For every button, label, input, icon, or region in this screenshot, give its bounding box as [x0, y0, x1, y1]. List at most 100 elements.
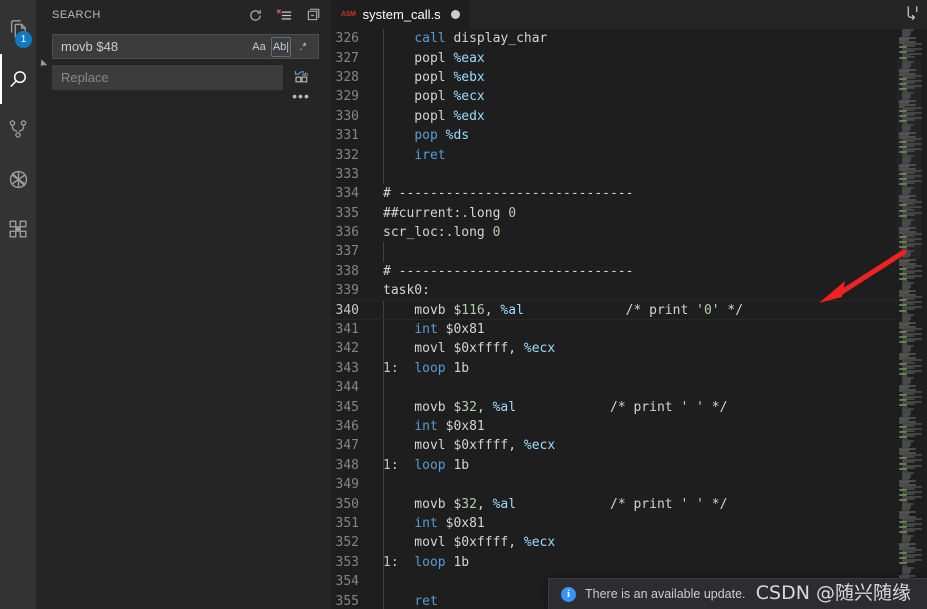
notification-toast[interactable]: i There is an available update.: [548, 578, 927, 609]
code-line[interactable]: 326 call display_char: [331, 29, 897, 49]
code-line[interactable]: 330 popl %edx: [331, 106, 897, 126]
code-line[interactable]: 329 popl %ecx: [331, 87, 897, 107]
code-line[interactable]: 342 movl $0xffff, %ecx: [331, 339, 897, 359]
code-token: 32: [461, 399, 477, 415]
line-number: 353: [335, 554, 359, 570]
activity-bar: 1: [0, 0, 36, 609]
clear-all-icon[interactable]: [276, 7, 292, 23]
code-text: pop %ds: [383, 128, 897, 143]
code-text: iret: [383, 148, 897, 163]
code-line[interactable]: 334 # ------------------------------: [331, 184, 897, 203]
replace-all-icon[interactable]: ab: [290, 65, 312, 89]
tab-dirty-indicator[interactable]: [450, 10, 460, 19]
code-text: 1: loop 1b: [383, 555, 897, 570]
search-input[interactable]: [61, 39, 249, 54]
code-line[interactable]: 340 movb $116, %al /* print '0' */: [331, 300, 897, 320]
code-token: loop: [414, 457, 446, 473]
code-viewport[interactable]: 326 call display_char 327 popl %eax 328 po…: [331, 29, 927, 609]
code-token: popl: [383, 50, 454, 66]
editor-tab-system_call-s[interactable]: ASM system_call.s: [331, 0, 471, 29]
info-icon: i: [561, 586, 576, 602]
code-token: 1b: [445, 554, 470, 570]
code-line[interactable]: 331 pop %ds: [331, 125, 897, 146]
code-line[interactable]: 343 1: loop 1b: [331, 358, 897, 379]
indent-guide: [383, 513, 384, 534]
code-line[interactable]: 349: [331, 474, 897, 495]
code-line[interactable]: 332 iret: [331, 145, 897, 165]
code-line[interactable]: 335 ##current:.long 0: [331, 204, 897, 223]
code-token: display_char: [445, 31, 548, 47]
minimap[interactable]: [897, 29, 927, 609]
code-token: popl: [383, 69, 454, 85]
code-line[interactable]: 347 movl $0xffff, %ecx: [331, 436, 897, 456]
line-number: 339: [335, 283, 359, 299]
code-line[interactable]: 350 movb $32, %al /* print ' ' */: [331, 494, 897, 514]
code-line[interactable]: 328 popl %ebx: [331, 67, 897, 88]
replace-input-box[interactable]: [52, 65, 283, 90]
refresh-icon[interactable]: [247, 7, 263, 23]
code-text: popl %eax: [383, 51, 897, 66]
activity-item-search[interactable]: [0, 54, 36, 104]
code-token: 1b: [445, 457, 470, 473]
code-line[interactable]: 351 int $0x81: [331, 513, 897, 534]
match-case-toggle[interactable]: Aa: [249, 37, 269, 57]
line-number: 326: [335, 31, 359, 47]
code-line[interactable]: 346 int $0x81: [331, 416, 897, 437]
indent-guide: [383, 358, 384, 379]
tab-bar-spacer: [470, 0, 904, 29]
code-token: movb $: [383, 302, 462, 318]
code-text: movb $32, %al /* print ' ' */: [383, 400, 897, 415]
line-number: 335: [335, 205, 359, 221]
code-line[interactable]: 345 movb $32, %al /* print ' ' */: [331, 397, 897, 417]
toggle-replace-twisty[interactable]: [37, 59, 48, 69]
code-line[interactable]: 348 1: loop 1b: [331, 455, 897, 475]
indent-guide: [383, 67, 384, 88]
indent-guide: [383, 125, 384, 146]
code-line[interactable]: 333: [331, 164, 897, 185]
code-token: int: [414, 515, 438, 531]
code-token: $0x81: [437, 322, 485, 338]
replace-input[interactable]: [61, 70, 280, 85]
debug-disabled-icon: [9, 170, 27, 188]
code-token: ,: [484, 302, 501, 318]
line-number: 354: [335, 574, 359, 590]
code-line[interactable]: 338 # ------------------------------: [331, 262, 897, 281]
split-editor-icon[interactable]: [904, 4, 921, 26]
line-number: 327: [335, 50, 359, 66]
code-line[interactable]: 327 popl %eax: [331, 48, 897, 68]
code-line[interactable]: 336 scr_loc:.long 0: [331, 223, 897, 242]
indent-guide: [383, 106, 384, 126]
editor-scrollbar[interactable]: [921, 29, 927, 609]
code-line[interactable]: 353 1: loop 1b: [331, 552, 897, 572]
code-token: 116: [461, 302, 485, 318]
match-whole-word-toggle[interactable]: Ab|: [271, 36, 291, 57]
search-field-row: Aa Ab| .*: [52, 34, 319, 59]
activity-item-run-and-debug[interactable]: [0, 154, 36, 204]
search-input-box[interactable]: Aa Ab| .*: [52, 34, 319, 59]
line-number: 330: [335, 108, 359, 124]
search-more-actions[interactable]: •••: [292, 89, 310, 103]
code-line[interactable]: 341 int $0x81: [331, 319, 897, 340]
code-line[interactable]: 337: [331, 242, 897, 262]
activity-item-extensions[interactable]: [0, 204, 36, 254]
code-token: 0: [492, 225, 501, 241]
code-token: ##current:.long: [383, 205, 509, 221]
code-line[interactable]: 352 movl $0xffff, %ecx: [331, 533, 897, 553]
code-line[interactable]: 344: [331, 378, 897, 398]
use-regex-toggle[interactable]: .*: [293, 37, 313, 57]
activity-item-explorer[interactable]: 1: [0, 4, 36, 54]
editor-actions: [904, 0, 927, 29]
activity-item-source-control[interactable]: [0, 104, 36, 154]
extensions-icon: [9, 220, 27, 238]
line-number: 341: [335, 322, 359, 338]
code-line[interactable]: 339 task0:: [331, 281, 897, 300]
line-number: 340: [335, 302, 359, 318]
code-token: movl $0xffff,: [383, 438, 524, 454]
code-token: %edx: [453, 108, 485, 124]
code-text: popl %ebx: [383, 70, 897, 85]
new-editor-icon[interactable]: [305, 7, 321, 23]
